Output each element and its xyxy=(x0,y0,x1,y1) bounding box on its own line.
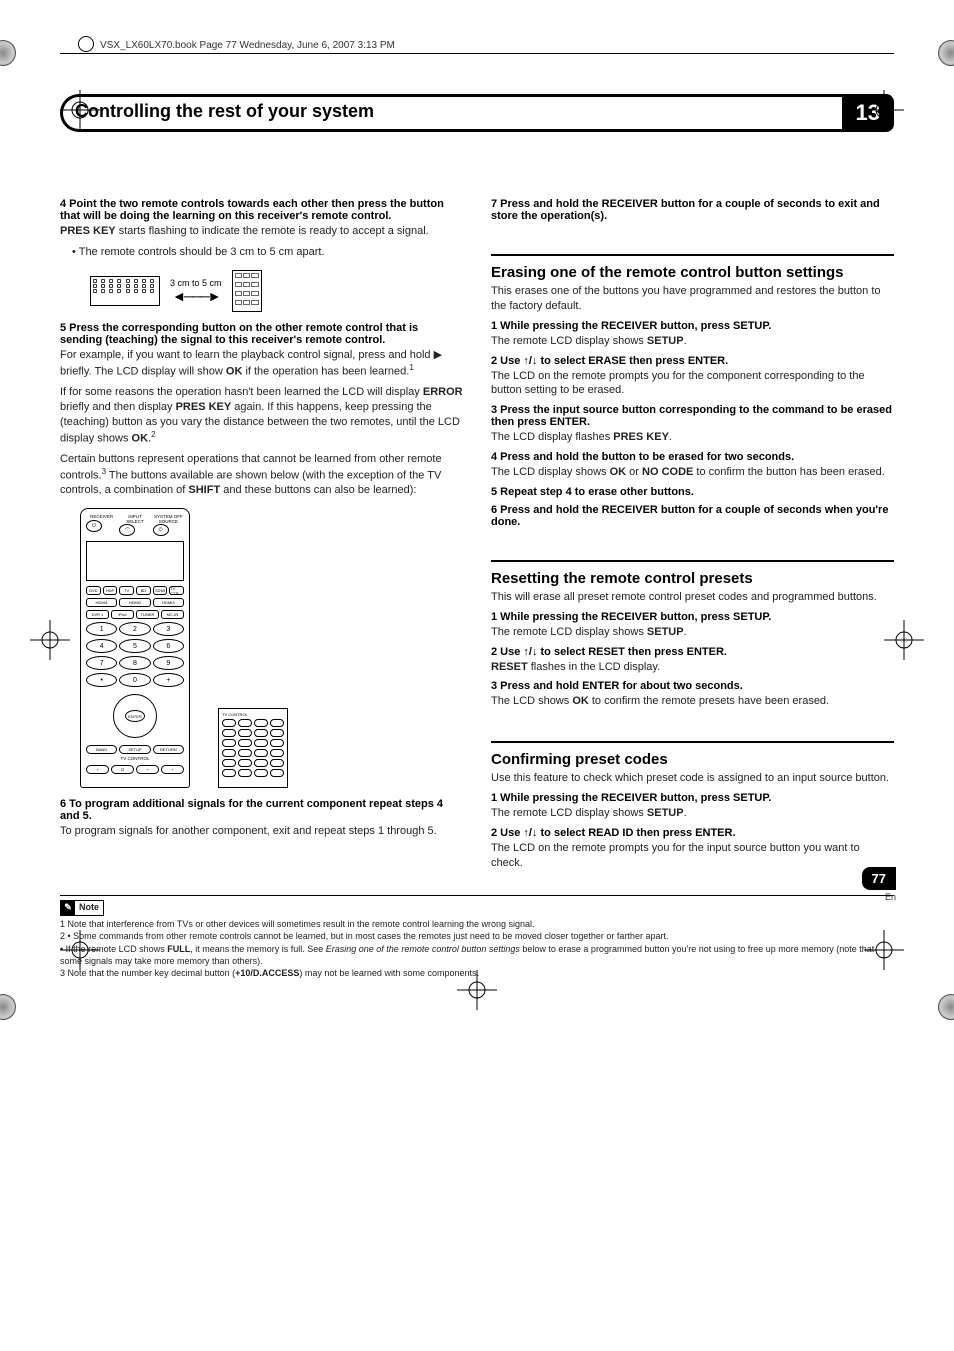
footnote-1: 1 Note that interference from TVs or oth… xyxy=(60,919,894,931)
remote-diagram: RECEIVER⏻ INPUT SELECT⌒ SYSTEM OFFSOURCE… xyxy=(80,508,463,788)
book-page-header: VSX_LX60LX70.book Page 77 Wednesday, Jun… xyxy=(60,40,894,54)
right-column: 7 Press and hold the RECEIVER button for… xyxy=(491,192,894,871)
chapter-header: Controlling the rest of your system 13 xyxy=(60,94,894,132)
erase-step-5: 5 Repeat step 4 to erase other buttons. xyxy=(491,486,894,498)
distance-label: 3 cm to 5 cm ◄───► xyxy=(170,278,222,304)
erase-step-3-body: The LCD display flashes PRES KEY. xyxy=(491,430,894,445)
step-5-body-3: Certain buttons represent operations tha… xyxy=(60,452,463,498)
confirm-heading: Confirming preset codes xyxy=(491,741,894,769)
print-register-disc xyxy=(0,40,16,66)
footnote-section: ✎Note 1 Note that interference from TVs … xyxy=(60,895,894,980)
crop-mark xyxy=(30,620,70,660)
print-register-disc xyxy=(938,40,954,66)
confirm-step-2-body: The LCD on the remote prompts you for th… xyxy=(491,841,894,871)
confirm-intro: Use this feature to check which preset c… xyxy=(491,771,894,786)
step-5-heading: 5 Press the corresponding button on the … xyxy=(60,322,463,346)
crop-mark xyxy=(884,620,924,660)
erase-intro: This erases one of the buttons you have … xyxy=(491,284,894,314)
confirm-step-2: 2 Use ↑/↓ to select READ ID then press E… xyxy=(491,827,894,839)
step-6-heading: 6 To program additional signals for the … xyxy=(60,798,463,822)
step-4-heading: 4 Point the two remote controls towards … xyxy=(60,198,463,222)
receiver-remote-icon xyxy=(232,270,262,312)
crop-mark xyxy=(864,90,904,130)
erase-step-2-body: The LCD on the remote prompts you for th… xyxy=(491,369,894,399)
step-5-body-2: If for some reasons the operation hasn't… xyxy=(60,385,463,446)
other-remote-icon xyxy=(90,276,160,306)
step-4-body: PRES KEY starts flashing to indicate the… xyxy=(60,224,463,239)
footnote-2b: • If the remote LCD shows FULL, it means… xyxy=(60,944,894,967)
erase-step-4: 4 Press and hold the button to be erased… xyxy=(491,451,894,463)
confirm-step-1: 1 While pressing the RECEIVER button, pr… xyxy=(491,792,894,804)
left-column: 4 Point the two remote controls towards … xyxy=(60,192,463,871)
reset-step-1: 1 While pressing the RECEIVER button, pr… xyxy=(491,611,894,623)
erase-step-4-body: The LCD display shows OK or NO CODE to c… xyxy=(491,465,894,480)
print-register-disc xyxy=(0,994,16,1020)
reset-intro: This will erase all preset remote contro… xyxy=(491,590,894,605)
crop-mark xyxy=(60,90,100,130)
page-number: 77 xyxy=(862,867,896,890)
crop-mark xyxy=(864,930,904,970)
chapter-title: Controlling the rest of your system xyxy=(75,101,830,122)
erase-step-3: 3 Press the input source button correspo… xyxy=(491,404,894,428)
step-7-heading: 7 Press and hold the RECEIVER button for… xyxy=(491,198,894,222)
note-label: ✎Note xyxy=(60,900,104,916)
erasing-heading: Erasing one of the remote control button… xyxy=(491,254,894,282)
reset-step-3: 3 Press and hold ENTER for about two sec… xyxy=(491,680,894,692)
side-remote-illustration: TV CONTROL xyxy=(218,708,288,788)
step-6-body: To program signals for another component… xyxy=(60,824,463,839)
crop-mark xyxy=(60,930,100,970)
erase-step-6: 6 Press and hold the RECEIVER button for… xyxy=(491,504,894,528)
print-register-disc xyxy=(938,994,954,1020)
confirm-step-1-body: The remote LCD display shows SETUP. xyxy=(491,806,894,821)
reset-heading: Resetting the remote control presets xyxy=(491,560,894,588)
page-language: En xyxy=(885,892,896,902)
erase-step-1-body: The remote LCD display shows SETUP. xyxy=(491,334,894,349)
erase-step-2: 2 Use ↑/↓ to select ERASE then press ENT… xyxy=(491,355,894,367)
reset-step-2: 2 Use ↑/↓ to select RESET then press ENT… xyxy=(491,646,894,658)
step-4-bullet: The remote controls should be 3 cm to 5 … xyxy=(72,245,463,260)
remote-distance-diagram: 3 cm to 5 cm ◄───► xyxy=(90,270,463,312)
footnote-2a: 2 • Some commands from other remote cont… xyxy=(60,931,894,943)
reset-step-3-body: The LCD shows OK to confirm the remote p… xyxy=(491,694,894,709)
main-remote-illustration: RECEIVER⏻ INPUT SELECT⌒ SYSTEM OFFSOURCE… xyxy=(80,508,190,788)
reset-step-2-body: RESET flashes in the LCD display. xyxy=(491,660,894,675)
reset-step-1-body: The remote LCD display shows SETUP. xyxy=(491,625,894,640)
erase-step-1: 1 While pressing the RECEIVER button, pr… xyxy=(491,320,894,332)
crop-mark xyxy=(457,970,497,1010)
step-5-body-1: For example, if you want to learn the pl… xyxy=(60,348,463,379)
